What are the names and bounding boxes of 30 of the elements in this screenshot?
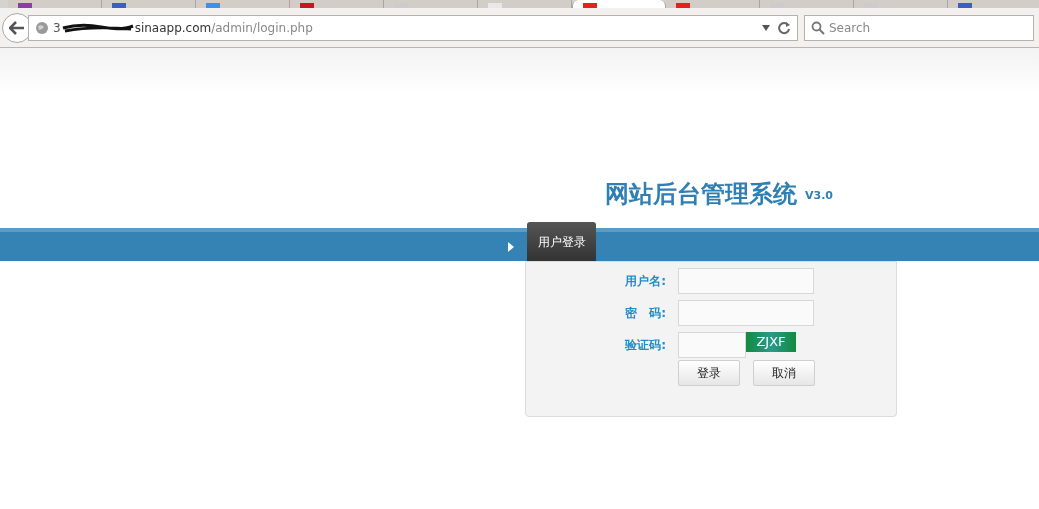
url-path: /admin/login.php [211, 19, 313, 37]
captcha-field[interactable] [678, 332, 746, 358]
browser-tab[interactable] [196, 0, 290, 8]
search-input[interactable]: Search [829, 18, 1019, 37]
password-field[interactable] [678, 300, 814, 326]
field-label: 验证码: [623, 337, 666, 354]
login-button[interactable]: 登录 [678, 360, 740, 386]
browser-tab[interactable] [948, 0, 1039, 8]
url-host: sinaapp.com [134, 19, 212, 37]
version-label: V3.0 [805, 187, 833, 204]
dropdown-caret-icon[interactable] [761, 23, 771, 32]
cancel-button[interactable]: 取消 [753, 360, 815, 386]
globe-icon [35, 20, 49, 35]
login-tab[interactable]: 用户登录 [527, 222, 596, 261]
back-arrow-icon [9, 20, 25, 35]
browser-tab[interactable] [290, 0, 384, 8]
search-icon [811, 20, 825, 35]
triangle-icon [508, 241, 514, 252]
browser-tab[interactable] [666, 0, 760, 8]
username-field[interactable] [678, 268, 814, 294]
browser-tab[interactable] [8, 0, 102, 8]
captcha-image[interactable]: ZJXF [746, 332, 796, 352]
site-title: 网站后台管理系统 [605, 182, 797, 206]
reload-icon[interactable] [777, 20, 791, 35]
address-bar[interactable]: 3 sinaapp.com/admin/login.php [28, 14, 798, 41]
browser-tab[interactable] [102, 0, 196, 8]
search-field[interactable]: Search [804, 14, 1034, 41]
field-label: 密 码: [624, 305, 666, 322]
field-label: 用户名: [624, 273, 666, 290]
url-text: 3 [53, 19, 61, 37]
